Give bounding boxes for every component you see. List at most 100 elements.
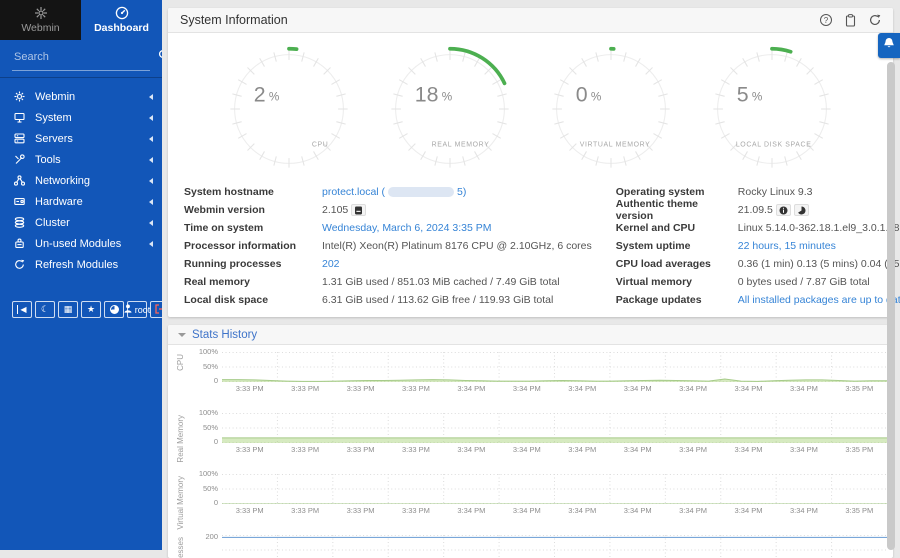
x-tick-label: 3:35 PM — [832, 505, 887, 517]
x-tick-label: 3:34 PM — [721, 444, 776, 456]
sidebar-item-hardware[interactable]: Hardware — [0, 191, 162, 212]
pie-icon[interactable] — [794, 204, 809, 216]
chart-yticks: 100%50%0 — [188, 474, 222, 504]
info-value: Intel(R) Xeon(R) Platinum 8176 CPU @ 2.1… — [322, 240, 592, 252]
refresh-icon[interactable] — [869, 14, 881, 26]
chart-plot-area — [222, 413, 887, 443]
gauge-cpu: 2 %CPU — [214, 41, 364, 177]
info-row-time-on-system: Time on systemWednesday, March 6, 2024 3… — [184, 219, 592, 237]
info-value: 0.36 (1 min) 0.13 (5 mins) 0.04 (15 mins… — [738, 258, 900, 270]
x-tick-label: 3:34 PM — [499, 383, 554, 395]
stats-history-header: Stats History — [168, 325, 893, 345]
x-tick-label: 3:34 PM — [610, 505, 665, 517]
chart-xaxis: 3:33 PM3:33 PM3:33 PM3:33 PM3:34 PM3:34 … — [222, 383, 887, 395]
sidebar-item-servers[interactable]: Servers — [0, 128, 162, 149]
image-icon: ▦ — [64, 304, 73, 315]
info-value[interactable]: 202 — [322, 258, 340, 270]
collapse-icon: ◀ — [17, 305, 26, 314]
notifications-bell-button[interactable] — [878, 33, 900, 58]
vertical-scrollbar[interactable] — [887, 62, 895, 550]
info-value[interactable]: 22 hours, 15 minutes — [738, 240, 836, 252]
info-label: Time on system — [184, 222, 322, 234]
info-value: 1.31 GiB used / 851.03 MiB cached / 7.49… — [322, 276, 560, 288]
chart-plot-area — [222, 474, 887, 504]
sidebar-item-webmin[interactable]: Webmin — [0, 86, 162, 107]
info-value[interactable]: All installed packages are up to date — [738, 294, 900, 306]
tab-webmin-label: Webmin — [21, 22, 59, 34]
gauge-label: VIRTUAL MEMORY — [580, 141, 651, 148]
chevron-left-icon — [149, 178, 153, 184]
stats-history-title[interactable]: Stats History — [192, 329, 257, 341]
sidebar-item-label: Un-used Modules — [35, 238, 149, 250]
favorites-button[interactable]: ★ — [81, 301, 101, 318]
x-tick-label: 3:34 PM — [776, 383, 831, 395]
x-tick-label: 3:33 PM — [277, 383, 332, 395]
info-value[interactable]: protect.local (5) — [322, 186, 466, 198]
x-tick-label: 3:34 PM — [665, 505, 720, 517]
redacted-value — [388, 187, 454, 197]
theme-button[interactable] — [104, 301, 124, 318]
network-icon — [14, 175, 26, 187]
x-tick-label: 3:34 PM — [555, 383, 610, 395]
x-tick-label: 3:33 PM — [277, 505, 332, 517]
tab-webmin[interactable]: Webmin — [0, 0, 81, 40]
sidebar-item-label: Webmin — [35, 91, 149, 103]
webmin-logo-icon — [34, 6, 48, 20]
x-tick-label: 3:33 PM — [388, 505, 443, 517]
info-value: 6.31 GiB used / 113.62 GiB free / 119.93… — [322, 294, 553, 306]
main-content: System Information ? 2 %CPU18 %REAL MEMO… — [162, 0, 900, 550]
chevron-left-icon — [149, 241, 153, 247]
sidebar-item-refresh-modules[interactable]: Refresh Modules — [0, 254, 162, 275]
dashboard-icon — [115, 6, 129, 20]
info-value: Linux 5.14.0-362.18.1.el9_3.0.1.x86_64 o… — [738, 222, 900, 234]
sidebar-item-tools[interactable]: Tools — [0, 149, 162, 170]
moon-icon: ☾ — [41, 304, 49, 315]
user-menu-button[interactable]: root — [127, 301, 147, 318]
info-row-running-processes: Running processes202 — [184, 255, 592, 273]
info-value[interactable]: Wednesday, March 6, 2024 3:35 PM — [322, 222, 491, 234]
chevron-left-icon — [149, 157, 153, 163]
chevron-left-icon — [149, 94, 153, 100]
x-tick-label: 3:34 PM — [444, 383, 499, 395]
module-icon[interactable] — [351, 204, 366, 216]
chart-yticks: 100%50%0 — [188, 413, 222, 443]
clipboard-icon[interactable] — [845, 14, 856, 27]
info-row-authentic-theme-version: Authentic theme version21.09.5 — [616, 201, 900, 219]
info-row-webmin-version: Webmin version2.105 — [184, 201, 592, 219]
info-label: Processor information — [184, 240, 322, 252]
info-row-local-disk-space: Local disk space6.31 GiB used / 113.62 G… — [184, 291, 592, 309]
cluster-icon — [14, 217, 26, 229]
tab-dashboard[interactable]: Dashboard — [81, 0, 162, 40]
info-icon[interactable] — [776, 204, 791, 216]
background-button[interactable]: ▦ — [58, 301, 78, 318]
x-tick-label: 3:33 PM — [333, 505, 388, 517]
sidebar: Webmin Dashboard Webmin System Servers Tool… — [0, 0, 162, 550]
sidebar-item-label: Servers — [35, 133, 149, 145]
sidebar-item-system[interactable]: System — [0, 107, 162, 128]
gear-icon — [14, 91, 26, 103]
chevron-left-icon — [149, 199, 153, 205]
x-tick-label: 3:34 PM — [610, 383, 665, 395]
search-input[interactable] — [12, 50, 158, 64]
collapse-panel-icon[interactable] — [178, 333, 186, 337]
info-label: Virtual memory — [616, 276, 738, 288]
sidebar-item-cluster[interactable]: Cluster — [0, 212, 162, 233]
info-value: 0 bytes used / 7.87 GiB total — [738, 276, 870, 288]
sidebar-item-label: Cluster — [35, 217, 149, 229]
stats-charts: CPU100%50%03:33 PM3:33 PM3:33 PM3:33 PM3… — [168, 345, 893, 558]
sidebar-search — [12, 48, 150, 71]
night-mode-button[interactable]: ☾ — [35, 301, 55, 318]
x-tick-label: 3:34 PM — [555, 505, 610, 517]
sidebar-item-un-used-modules[interactable]: Un-used Modules — [0, 233, 162, 254]
header-actions: ? — [820, 14, 881, 27]
chart-ylabel: Real Memory — [176, 415, 185, 463]
x-tick-label: 3:34 PM — [665, 383, 720, 395]
info-label: CPU load averages — [616, 258, 738, 270]
help-icon[interactable]: ? — [820, 14, 832, 26]
collapse-sidebar-button[interactable]: ◀ — [12, 301, 32, 318]
unused-modules-icon — [14, 238, 26, 250]
x-tick-label: 3:34 PM — [721, 383, 776, 395]
sidebar-item-networking[interactable]: Networking — [0, 170, 162, 191]
info-label: Kernel and CPU — [616, 222, 738, 234]
x-tick-label: 3:34 PM — [499, 505, 554, 517]
